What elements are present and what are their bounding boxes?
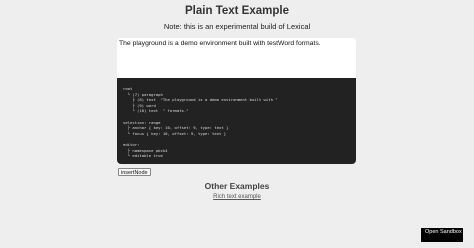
page-title: Plain Text Example [185,5,289,17]
other-examples-heading: Other Examples [204,181,270,191]
tree-line-editable: └ editable true [123,153,163,159]
plain-text-editor[interactable]: The playground is a demo environment bui… [119,39,352,77]
experimental-note: Note: this is an experimental build of L… [163,22,311,31]
tree-view-panel: root └ (7) paragraph ├ (8) text "The pla… [117,78,356,164]
page: Plain Text Example Note: this is an expe… [0,0,474,248]
insert-node-button[interactable]: insertNode [118,168,151,176]
open-sandbox-button[interactable]: Open Sandbox [421,228,463,242]
rich-text-example-link[interactable]: Rich text example [0,194,474,200]
